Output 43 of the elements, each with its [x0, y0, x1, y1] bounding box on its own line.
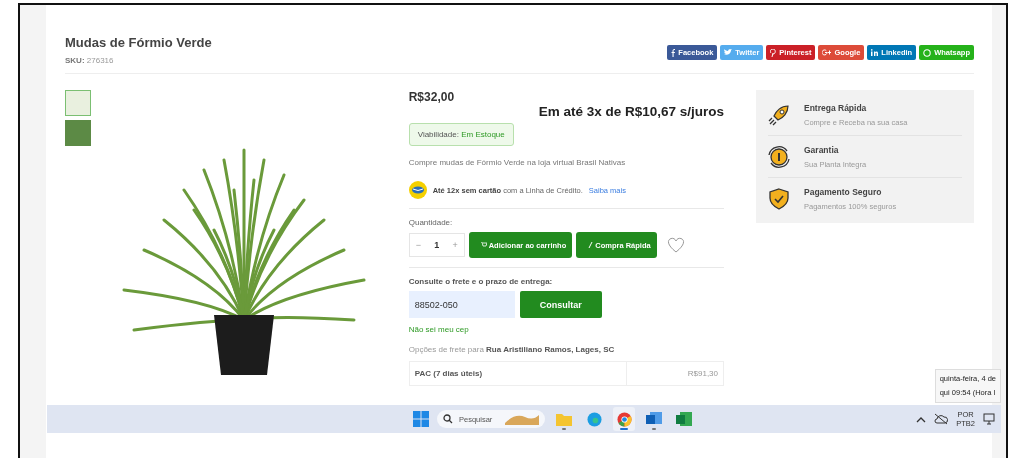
whatsapp-icon: [923, 48, 932, 57]
bird-icon: [724, 49, 733, 56]
product-title: Mudas de Fórmio Verde: [65, 35, 212, 50]
heart-icon[interactable]: [666, 237, 685, 253]
installments-text: Em até 3x de R$10,67 s/juros: [537, 104, 724, 119]
facebook-icon: [671, 48, 676, 57]
pinterest-icon: [770, 48, 777, 57]
thumbnail-photo[interactable]: [65, 90, 91, 116]
availability-badge: Viabilidade: Em Estoque: [408, 123, 514, 146]
shipping-label: Consulte o frete e o prazo de entrega:: [408, 277, 554, 286]
benefit-title: Garantia: [804, 145, 840, 155]
spreadsheet-icon: [676, 412, 692, 426]
price: R$32,00: [408, 90, 456, 104]
product-description: Compre mudas de Fórmio Verde na loja virtual Brasil Nativas: [408, 158, 627, 167]
sku-text: SKU: 276316: [65, 56, 115, 65]
chevron-up-icon[interactable]: [916, 415, 927, 423]
table-cell-text: R$91,30: [686, 368, 719, 380]
mail-icon: [646, 412, 662, 426]
rocket-icon: [768, 104, 790, 126]
cep-field[interactable]: 88502-050: [408, 291, 515, 318]
quantity-stepper[interactable]: − 1 +: [408, 233, 465, 257]
consult-button[interactable]: Consultar: [519, 291, 602, 318]
clock-icon: [768, 146, 790, 168]
benefit-title: Pagamento Seguro: [804, 187, 883, 197]
thumbnail-photo[interactable]: [65, 120, 91, 146]
benefit-title: Entrega Rápida: [804, 103, 868, 113]
windows-start-icon[interactable]: [413, 411, 429, 427]
table-cell: PAC (7 dias úteis): [409, 362, 627, 385]
shield-check-icon: [768, 188, 790, 210]
quantity-label: Quantidade:: [408, 218, 454, 227]
folder-icon: [556, 412, 572, 426]
cloud-off-icon[interactable]: [934, 413, 949, 425]
monitor-icon[interactable]: [983, 413, 995, 425]
google-plus-icon: [822, 49, 832, 56]
browser-icon: [586, 411, 602, 427]
linkedin-icon: [871, 49, 879, 56]
taskbar-app-button[interactable]: [613, 407, 635, 431]
landscape-icon: [505, 413, 539, 425]
credit-logo-icon: [408, 181, 427, 199]
search-icon: [443, 414, 453, 424]
shipping-options-text: Opções de frete para Rua Aristiliano Ramos, Lages, SC: [408, 345, 616, 354]
unknown-cep-link[interactable]: Não sei meu cep: [408, 325, 469, 334]
browser-icon: [616, 411, 632, 427]
